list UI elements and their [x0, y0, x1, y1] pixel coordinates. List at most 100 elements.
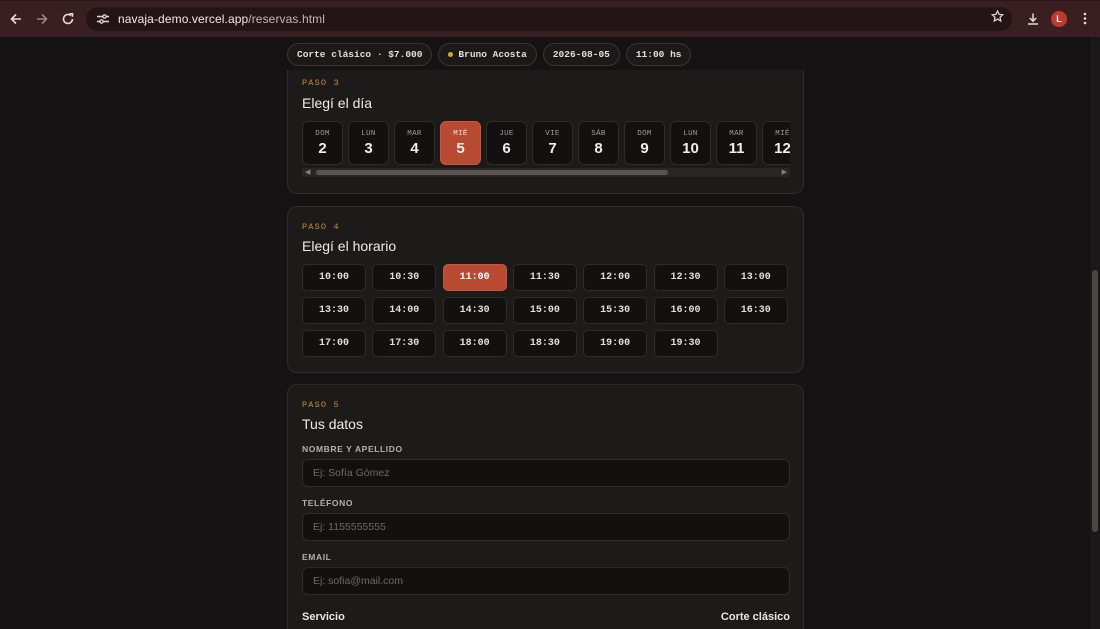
- day-option[interactable]: SÁB 8: [578, 121, 619, 165]
- day-number: 2: [318, 140, 327, 157]
- day-number: 12: [774, 140, 790, 157]
- time-slot[interactable]: 17:30: [372, 330, 437, 357]
- phone-field[interactable]: [302, 513, 790, 541]
- step-3-title: Elegí el día: [302, 95, 373, 111]
- day-option[interactable]: MIÉ 12: [762, 121, 790, 165]
- day-weekday: DOM: [315, 130, 330, 138]
- day-weekday: LUN: [361, 130, 376, 138]
- avatar: L: [1051, 10, 1067, 27]
- step-5-card: PASO 5 Tus datos NOMBRE Y APELLIDO TELÉF…: [287, 384, 804, 629]
- page-scrollbar[interactable]: [1090, 37, 1100, 629]
- day-weekday: JUE: [499, 130, 514, 138]
- step-5-label: PASO 5: [302, 400, 340, 410]
- time-slot[interactable]: 12:30: [653, 264, 718, 291]
- day-weekday: DOM: [637, 130, 652, 138]
- time-slot[interactable]: 18:30: [512, 330, 577, 357]
- day-option[interactable]: DOM 9: [624, 121, 665, 165]
- summary-service-pill: Corte clásico · $7.000: [287, 43, 433, 66]
- url-host: navaja-demo.vercel.app: [118, 12, 249, 26]
- time-slot[interactable]: 13:30: [302, 297, 366, 324]
- day-option[interactable]: LUN 3: [348, 121, 389, 165]
- summary-barber-pill: Bruno Acosta: [438, 43, 537, 66]
- time-slot[interactable]: 11:30: [512, 264, 577, 291]
- step-4-label: PASO 4: [302, 222, 340, 232]
- step-4-card: PASO 4 Elegí el horario 10:00 10:30 11:00 1…: [287, 206, 804, 373]
- time-slot[interactable]: 19:30: [653, 330, 718, 357]
- day-number: 9: [640, 140, 649, 157]
- page-scrollbar-thumb[interactable]: [1092, 270, 1098, 532]
- day-number: 6: [502, 140, 511, 157]
- day-weekday: LUN: [683, 130, 698, 138]
- day-number: 7: [548, 140, 557, 157]
- scroll-left-icon[interactable]: ◀: [305, 168, 310, 177]
- status-dot-icon: [448, 52, 454, 57]
- day-number: 4: [410, 140, 419, 157]
- day-number: 10: [682, 140, 699, 157]
- day-picker[interactable]: DOM 2 LUN 3 MAR 4 MIÉ 5 JUE 6 VIE 7 SÁB 8 DOM 9 LUN 10 MAR…: [302, 121, 790, 167]
- time-slot[interactable]: 14:00: [372, 297, 437, 324]
- day-weekday: MAR: [729, 130, 744, 138]
- scroll-right-icon[interactable]: ▶: [782, 168, 787, 177]
- service-value: Corte clásico: [720, 611, 790, 623]
- day-option[interactable]: LUN 10: [670, 121, 711, 165]
- time-slot[interactable]: 16:00: [653, 297, 718, 324]
- day-option[interactable]: VIE 7: [532, 121, 573, 165]
- step-4-title: Elegí el horario: [302, 238, 397, 254]
- url-text: navaja-demo.vercel.app/reservas.html: [118, 12, 325, 26]
- day-option[interactable]: MAR 4: [394, 121, 435, 165]
- booking-summary: Corte clásico · $7.000 Bruno Acosta 2026…: [287, 43, 692, 66]
- name-field[interactable]: [302, 459, 790, 487]
- kebab-menu-icon[interactable]: [1072, 6, 1098, 32]
- tab-strip-edge: [0, 0, 1100, 1]
- time-slot[interactable]: 13:00: [723, 264, 788, 291]
- day-weekday: MIÉ: [453, 130, 468, 138]
- reload-icon[interactable]: [55, 6, 81, 32]
- day-option[interactable]: JUE 6: [486, 121, 527, 165]
- back-arrow-icon[interactable]: [3, 6, 29, 32]
- time-slot[interactable]: 19:00: [583, 330, 648, 357]
- time-slot[interactable]: 15:30: [583, 297, 648, 324]
- day-number: 5: [456, 140, 465, 157]
- time-slot[interactable]: 17:00: [302, 330, 366, 357]
- email-label: EMAIL: [302, 552, 332, 562]
- forward-arrow-icon[interactable]: [29, 6, 55, 32]
- url-path: /reservas.html: [248, 12, 326, 26]
- step-3-card: PASO 3 Elegí el día DOM 2 LUN 3 MAR 4 MIÉ 5 JUE 6…: [287, 70, 804, 194]
- booking-page: Corte clásico · $7.000 Bruno Acosta 2026…: [0, 37, 1100, 629]
- day-option[interactable]: DOM 2: [302, 121, 343, 165]
- profile-button[interactable]: L: [1046, 6, 1072, 32]
- time-slot[interactable]: 12:00: [583, 264, 648, 291]
- summary-barber: Bruno Acosta: [458, 49, 527, 60]
- email-field[interactable]: [302, 567, 790, 595]
- time-slot[interactable]: 10:30: [372, 264, 437, 291]
- summary-date-pill: 2026-08-05: [542, 43, 620, 66]
- time-slot[interactable]: 14:30: [442, 297, 507, 324]
- browser-toolbar: navaja-demo.vercel.app/reservas.html L: [0, 0, 1100, 37]
- day-option[interactable]: MIÉ 5: [440, 121, 481, 165]
- step-5-title: Tus datos: [302, 416, 363, 432]
- service-label: Servicio: [302, 611, 345, 623]
- address-bar[interactable]: navaja-demo.vercel.app/reservas.html: [86, 7, 1012, 31]
- day-picker-scrollbar[interactable]: ◀ ▶: [302, 168, 790, 177]
- time-slot[interactable]: 15:00: [512, 297, 577, 324]
- scrollbar-thumb[interactable]: [316, 170, 668, 175]
- day-weekday: SÁB: [591, 130, 606, 138]
- name-label: NOMBRE Y APELLIDO: [302, 444, 403, 454]
- time-slot[interactable]: 11:00: [442, 264, 507, 291]
- service-summary-row: Servicio Corte clásico: [302, 611, 790, 623]
- download-icon[interactable]: [1020, 6, 1046, 32]
- star-icon[interactable]: [990, 9, 1005, 26]
- day-weekday: MAR: [407, 130, 422, 138]
- step-3-label: PASO 3: [302, 78, 340, 88]
- site-settings-icon[interactable]: [92, 10, 114, 28]
- toolbar-actions: L: [1020, 0, 1100, 37]
- time-slot[interactable]: 18:00: [442, 330, 507, 357]
- time-slot[interactable]: 16:30: [723, 297, 788, 324]
- day-number: 3: [364, 140, 373, 157]
- day-option[interactable]: MAR 11: [716, 121, 757, 165]
- summary-time-pill: 11:00 hs: [625, 43, 692, 66]
- phone-label: TELÉFONO: [302, 498, 354, 508]
- day-number: 11: [728, 140, 745, 157]
- day-number: 8: [594, 140, 603, 157]
- time-slot[interactable]: 10:00: [302, 264, 366, 291]
